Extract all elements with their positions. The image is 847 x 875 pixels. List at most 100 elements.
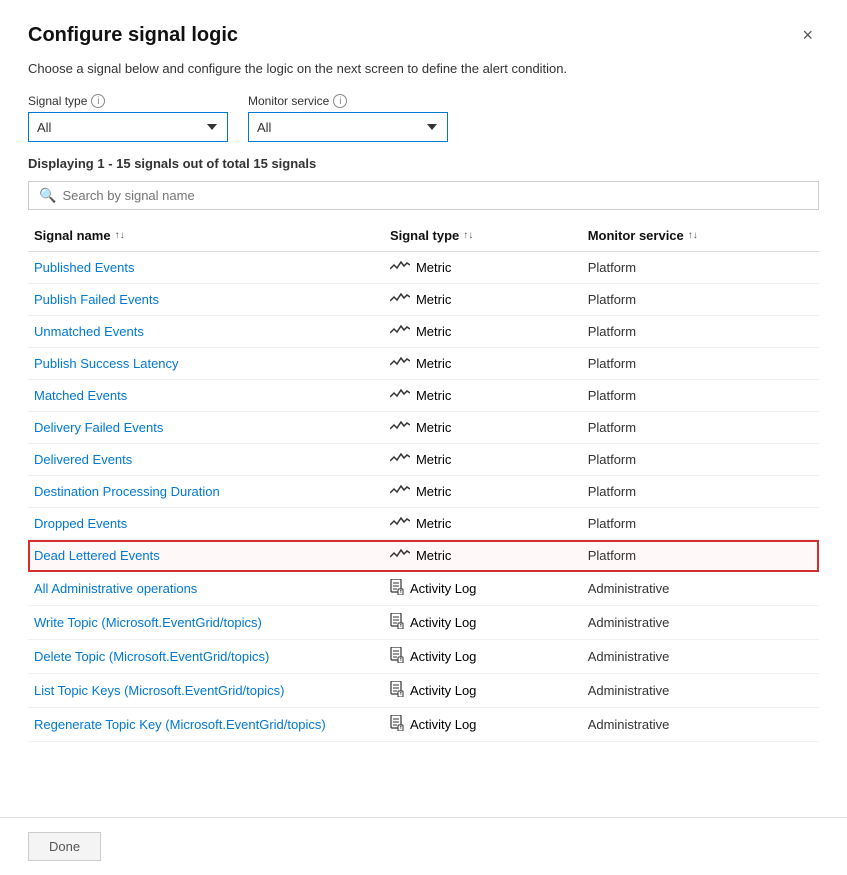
monitor-service-text: Platform [588,356,636,371]
signal-name-link[interactable]: Matched Events [34,388,127,403]
table-row[interactable]: Delivery Failed Events Metric Platform [28,412,819,444]
signal-name-link[interactable]: Delete Topic (Microsoft.EventGrid/topics… [34,649,269,664]
monitor-service-text: Platform [588,324,636,339]
metric-chart-icon [390,451,410,465]
monitor-service-text: Administrative [588,717,670,732]
signal-type-text: Activity Log [410,649,476,664]
monitor-service-cell: Platform [582,476,819,508]
search-box: 🔍 [28,181,819,210]
col-header-signal-type: Signal type ↑↓ [384,220,582,252]
signal-type-text: Metric [416,260,451,275]
search-icon: 🔍 [39,187,56,204]
table-row[interactable]: Delete Topic (Microsoft.EventGrid/topics… [28,640,819,674]
table-row[interactable]: Regenerate Topic Key (Microsoft.EventGri… [28,708,819,742]
signal-type-text: Metric [416,292,451,307]
signal-name-sort-icon[interactable]: ↑↓ [115,231,125,241]
monitor-service-cell: Platform [582,348,819,380]
metric-icon [390,547,410,564]
done-button[interactable]: Done [28,832,101,861]
monitor-service-filter-group: Monitor service i All Platform Administr… [248,94,448,142]
signal-type-info-icon[interactable]: i [91,94,105,108]
monitor-service-text: Platform [588,292,636,307]
signal-name-link[interactable]: Unmatched Events [34,324,144,339]
table-row[interactable]: Publish Success Latency Metric Platform [28,348,819,380]
signal-type-text: Metric [416,324,451,339]
signal-name-link[interactable]: Published Events [34,260,134,275]
metric-icon [390,387,410,404]
monitor-service-sort-icon[interactable]: ↑↓ [688,231,698,241]
dialog-description: Choose a signal below and configure the … [28,61,819,76]
signal-type-text: Activity Log [410,581,476,596]
signal-name-link[interactable]: Publish Success Latency [34,356,179,371]
table-row[interactable]: All Administrative operations Activity L… [28,572,819,606]
table-row[interactable]: Publish Failed Events Metric Platform [28,284,819,316]
metric-icon [390,483,410,500]
metric-icon [390,323,410,340]
monitor-service-text: Platform [588,388,636,403]
table-row[interactable]: Matched Events MetricPlatform [28,380,819,412]
activity-log-icon [390,579,404,598]
table-row[interactable]: Dropped Events MetricPlatform [28,508,819,540]
monitor-service-cell: Platform [582,508,819,540]
signal-name-link[interactable]: Dropped Events [34,516,127,531]
table-row[interactable]: List Topic Keys (Microsoft.EventGrid/top… [28,674,819,708]
signal-name-link[interactable]: Delivery Failed Events [34,420,163,435]
monitor-service-cell: Platform [582,412,819,444]
monitor-service-text: Platform [588,516,636,531]
signal-name-link[interactable]: Delivered Events [34,452,132,467]
metric-icon [390,355,410,372]
signal-type-text: Activity Log [410,683,476,698]
table-row[interactable]: Published Events Metric Platform [28,252,819,284]
metric-icon [390,451,410,468]
metric-chart-icon [390,419,410,433]
monitor-service-cell: Platform [582,284,819,316]
monitor-service-cell: Administrative [582,640,819,674]
monitor-service-cell: Administrative [582,708,819,742]
signal-type-text: Metric [416,356,451,371]
table-row[interactable]: Delivered Events Metric Platform [28,444,819,476]
monitor-service-label: Monitor service i [248,94,448,108]
table-row[interactable]: Dead Lettered Events Metric Platform [28,540,819,572]
signal-name-link[interactable]: Dead Lettered Events [34,548,160,563]
monitor-service-text: Platform [588,452,636,467]
signal-type-label: Signal type i [28,94,228,108]
signal-name-link[interactable]: Regenerate Topic Key (Microsoft.EventGri… [34,717,326,732]
signal-type-text: Metric [416,548,451,563]
monitor-service-select[interactable]: All Platform Administrative [248,112,448,142]
monitor-service-text: Administrative [588,649,670,664]
signal-name-link[interactable]: Write Topic (Microsoft.EventGrid/topics) [34,615,262,630]
signal-name-link[interactable]: Publish Failed Events [34,292,159,307]
activity-log-doc-icon [390,613,404,629]
display-count: Displaying 1 - 15 signals out of total 1… [28,156,819,171]
monitor-service-cell: Administrative [582,606,819,640]
dialog-title: Configure signal logic [28,24,238,47]
activity-log-doc-icon [390,681,404,697]
metric-icon [390,259,410,276]
metric-chart-icon [390,291,410,305]
monitor-service-text: Platform [588,548,636,563]
signal-name-link[interactable]: List Topic Keys (Microsoft.EventGrid/top… [34,683,284,698]
signal-type-select[interactable]: All Metric Activity Log [28,112,228,142]
metric-chart-icon [390,323,410,337]
table-row[interactable]: Unmatched Events Metric Platform [28,316,819,348]
table-row[interactable]: Destination Processing Duration MetricPl… [28,476,819,508]
table-row[interactable]: Write Topic (Microsoft.EventGrid/topics)… [28,606,819,640]
monitor-service-info-icon[interactable]: i [333,94,347,108]
metric-chart-icon [390,547,410,561]
signal-type-text: Metric [416,452,451,467]
col-header-monitor-service: Monitor service ↑↓ [582,220,819,252]
metric-icon [390,291,410,308]
activity-log-icon [390,647,404,666]
metric-icon [390,419,410,436]
signal-type-text: Metric [416,420,451,435]
monitor-service-cell: Administrative [582,572,819,606]
close-button[interactable]: × [796,24,819,46]
signal-type-sort-icon[interactable]: ↑↓ [463,231,473,241]
monitor-service-cell: Platform [582,540,819,572]
monitor-service-cell: Platform [582,252,819,284]
signal-name-link[interactable]: Destination Processing Duration [34,484,220,499]
monitor-service-text: Platform [588,484,636,499]
metric-chart-icon [390,387,410,401]
search-input[interactable] [62,188,808,203]
signal-name-link[interactable]: All Administrative operations [34,581,197,596]
